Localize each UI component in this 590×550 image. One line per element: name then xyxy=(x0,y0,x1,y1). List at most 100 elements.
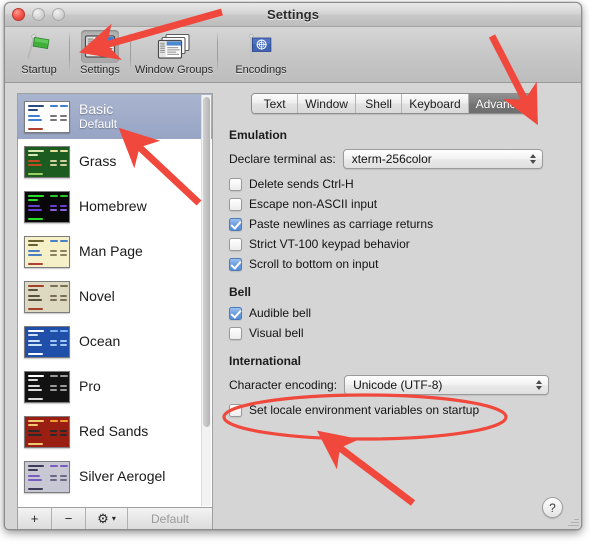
checkbox-label: Paste newlines as carriage returns xyxy=(249,217,434,231)
profile-thumbnail xyxy=(24,460,70,493)
declare-terminal-row: Declare terminal as: xterm-256color xyxy=(229,149,567,169)
profile-row-red-sands[interactable]: Red Sands xyxy=(18,409,212,454)
profile-row-grass[interactable]: Grass xyxy=(18,139,212,184)
toolbar: Startup Settings Window Groups Encodings xyxy=(5,27,581,83)
toolbar-item-encodings[interactable]: Encodings xyxy=(218,27,304,81)
profile-thumbnail xyxy=(24,145,70,178)
tab-keyboard[interactable]: Keyboard xyxy=(402,94,469,113)
bell-heading: Bell xyxy=(229,285,252,299)
checkbox-delete-sends-ctrl-h[interactable] xyxy=(229,177,242,191)
checkbox-label: Set locale environment variables on star… xyxy=(249,403,480,417)
window-groups-icon xyxy=(155,30,193,63)
profile-text: Novel xyxy=(79,287,115,305)
toolbar-label-encodings: Encodings xyxy=(235,64,287,76)
profile-name: Grass xyxy=(79,152,117,169)
tab-window[interactable]: Window xyxy=(298,94,356,113)
declare-terminal-select[interactable]: xterm-256color xyxy=(342,149,543,169)
profile-thumbnail xyxy=(24,100,70,133)
emulation-section: Emulation Declare terminal as: xterm-256… xyxy=(221,128,567,271)
resize-grip[interactable] xyxy=(567,515,579,527)
profile-name: Homebrew xyxy=(79,197,147,214)
toolbar-item-settings[interactable]: Settings xyxy=(70,27,130,81)
profile-thumbnail xyxy=(24,235,70,268)
checkbox-row-set-locale-env-vars[interactable]: Set locale environment variables on star… xyxy=(229,403,567,417)
international-heading: International xyxy=(229,354,302,368)
add-profile-button[interactable]: + xyxy=(18,508,52,529)
un-flag-icon xyxy=(242,30,280,63)
set-default-button[interactable]: Default xyxy=(128,508,212,529)
help-button[interactable]: ? xyxy=(542,497,563,518)
profile-text: Grass xyxy=(79,152,117,170)
profile-row-novel[interactable]: Novel xyxy=(18,274,212,319)
stepper-arrows-icon xyxy=(536,380,543,390)
checkbox-row-audible-bell[interactable]: Audible bell xyxy=(229,306,567,320)
checkbox-scroll-to-bottom-on-input[interactable] xyxy=(229,257,242,271)
checkbox-row-scroll-to-bottom[interactable]: Scroll to bottom on input xyxy=(229,257,567,271)
toolbar-label-startup: Startup xyxy=(21,64,57,76)
checkbox-paste-newlines-as-carriage-returns[interactable] xyxy=(229,217,242,231)
toolbar-label-settings: Settings xyxy=(80,64,120,76)
checkbox-label: Escape non-ASCII input xyxy=(249,197,378,211)
checkbox-visual-bell[interactable] xyxy=(229,326,242,340)
profiles-list-scroll: Basic Default Grass Homebrew Man Page No… xyxy=(18,94,212,507)
stepper-arrows-icon xyxy=(529,154,536,164)
profiles-scrollbar[interactable] xyxy=(201,95,211,506)
profile-thumbnail xyxy=(24,325,70,358)
bell-section: Bell Audible bell Visual bell xyxy=(221,285,567,340)
checkbox-label: Delete sends Ctrl-H xyxy=(249,177,354,191)
tab-shell[interactable]: Shell xyxy=(355,94,403,113)
profile-row-homebrew[interactable]: Homebrew xyxy=(18,184,212,229)
window-body: Basic Default Grass Homebrew Man Page No… xyxy=(5,83,581,529)
character-encoding-label: Character encoding: xyxy=(229,378,338,392)
tab-advanced[interactable]: Advanced xyxy=(468,94,536,113)
toolbar-item-window-groups[interactable]: Window Groups xyxy=(131,27,217,81)
profile-row-basic[interactable]: Basic Default xyxy=(18,94,212,139)
emulation-heading: Emulation xyxy=(229,128,288,142)
scrollbar-thumb[interactable] xyxy=(203,97,210,427)
toolbar-label-window-groups: Window Groups xyxy=(134,64,214,76)
toolbar-item-startup[interactable]: Startup xyxy=(9,27,69,81)
profile-thumbnail xyxy=(24,415,70,448)
checkbox-escape-non-ascii-input[interactable] xyxy=(229,197,242,211)
profile-subtitle: Default xyxy=(79,116,118,131)
checkbox-row-paste-newlines[interactable]: Paste newlines as carriage returns xyxy=(229,217,567,231)
checkbox-label: Strict VT-100 keypad behavior xyxy=(249,237,410,251)
settings-window: Settings Startup Settings Window Groups … xyxy=(4,2,582,530)
chevron-down-icon: ▾ xyxy=(111,514,116,523)
settings-pane: Text Window Shell Keyboard Advanced Emul… xyxy=(213,83,581,529)
profile-row-ocean[interactable]: Ocean xyxy=(18,319,212,364)
checkbox-label: Scroll to bottom on input xyxy=(249,257,379,271)
international-section: International Character encoding: Unicod… xyxy=(221,354,567,417)
profile-thumbnail xyxy=(24,370,70,403)
remove-profile-button[interactable]: − xyxy=(52,508,86,529)
checkbox-strict-vt-100-keypad-behavior[interactable] xyxy=(229,237,242,251)
profile-name: Novel xyxy=(79,287,115,304)
profiles-action-bar: + − ⚙ ▾ Default xyxy=(17,507,213,529)
checkbox-label: Visual bell xyxy=(249,326,304,340)
checkbox-row-delete-sends-ctrl-h[interactable]: Delete sends Ctrl-H xyxy=(229,177,567,191)
declare-terminal-value: xterm-256color xyxy=(351,152,432,166)
settings-window-icon xyxy=(81,30,119,63)
checkbox-row-visual-bell[interactable]: Visual bell xyxy=(229,326,567,340)
profile-name: Ocean xyxy=(79,332,121,349)
profile-text: Basic Default xyxy=(79,101,118,131)
profile-thumbnail xyxy=(24,190,70,223)
profile-row-silver-aerogel[interactable]: Silver Aerogel xyxy=(18,454,212,499)
profile-name: Pro xyxy=(79,377,101,394)
character-encoding-value: Unicode (UTF-8) xyxy=(353,378,443,392)
title-bar: Settings xyxy=(5,3,581,27)
checkbox-row-escape-non-ascii[interactable]: Escape non-ASCII input xyxy=(229,197,567,211)
character-encoding-select[interactable]: Unicode (UTF-8) xyxy=(344,375,550,395)
profiles-list[interactable]: Basic Default Grass Homebrew Man Page No… xyxy=(17,93,213,507)
checkbox-audible-bell[interactable] xyxy=(229,306,242,320)
profile-row-pro[interactable]: Pro xyxy=(18,364,212,409)
declare-terminal-label: Declare terminal as: xyxy=(229,152,336,166)
profile-actions-menu-button[interactable]: ⚙ ▾ xyxy=(86,508,128,529)
profiles-sidebar: Basic Default Grass Homebrew Man Page No… xyxy=(5,83,213,529)
profile-row-man-page[interactable]: Man Page xyxy=(18,229,212,274)
tab-text[interactable]: Text xyxy=(252,94,299,113)
checkbox-row-strict-vt100[interactable]: Strict VT-100 keypad behavior xyxy=(229,237,567,251)
profile-thumbnail xyxy=(24,280,70,313)
tab-bar: Text Window Shell Keyboard Advanced xyxy=(251,93,537,114)
checkbox-set-locale-environment-variables-on-startup[interactable] xyxy=(229,403,242,417)
